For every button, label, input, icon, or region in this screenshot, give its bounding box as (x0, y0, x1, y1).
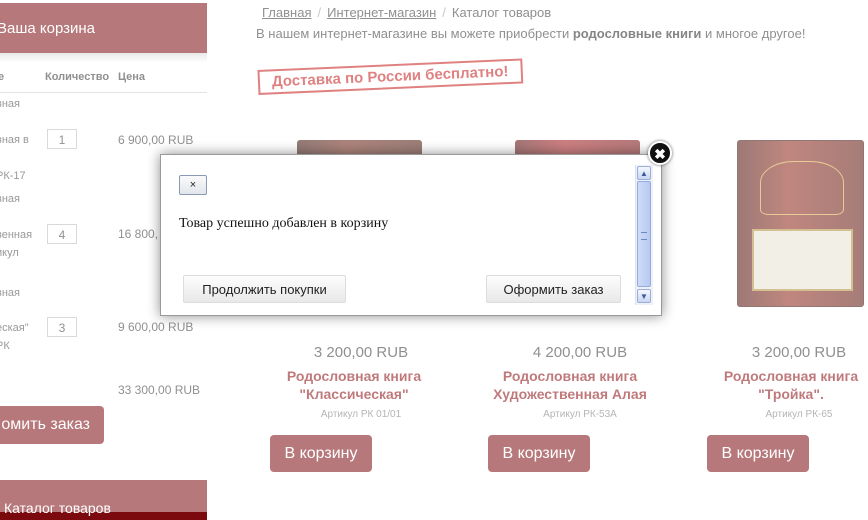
scrollbar-grip-icon (641, 232, 647, 240)
added-to-cart-dialog: × Товар успешно добавлен в корзину Продо… (160, 154, 662, 316)
dialog-close-button[interactable]: × (179, 175, 207, 195)
continue-shopping-button[interactable]: Продолжить покупки (183, 275, 346, 303)
scroll-down-icon[interactable]: ▼ (637, 289, 651, 303)
place-order-button[interactable]: Оформить заказ (486, 275, 621, 303)
dialog-scrollbar[interactable]: ▲ ▼ (635, 165, 653, 305)
scroll-up-icon[interactable]: ▲ (637, 166, 651, 180)
modal-close-icon[interactable]: ✖ (648, 141, 672, 165)
scrollbar-thumb[interactable] (637, 181, 651, 287)
dialog-message: Товар успешно добавлен в корзину (179, 216, 389, 231)
